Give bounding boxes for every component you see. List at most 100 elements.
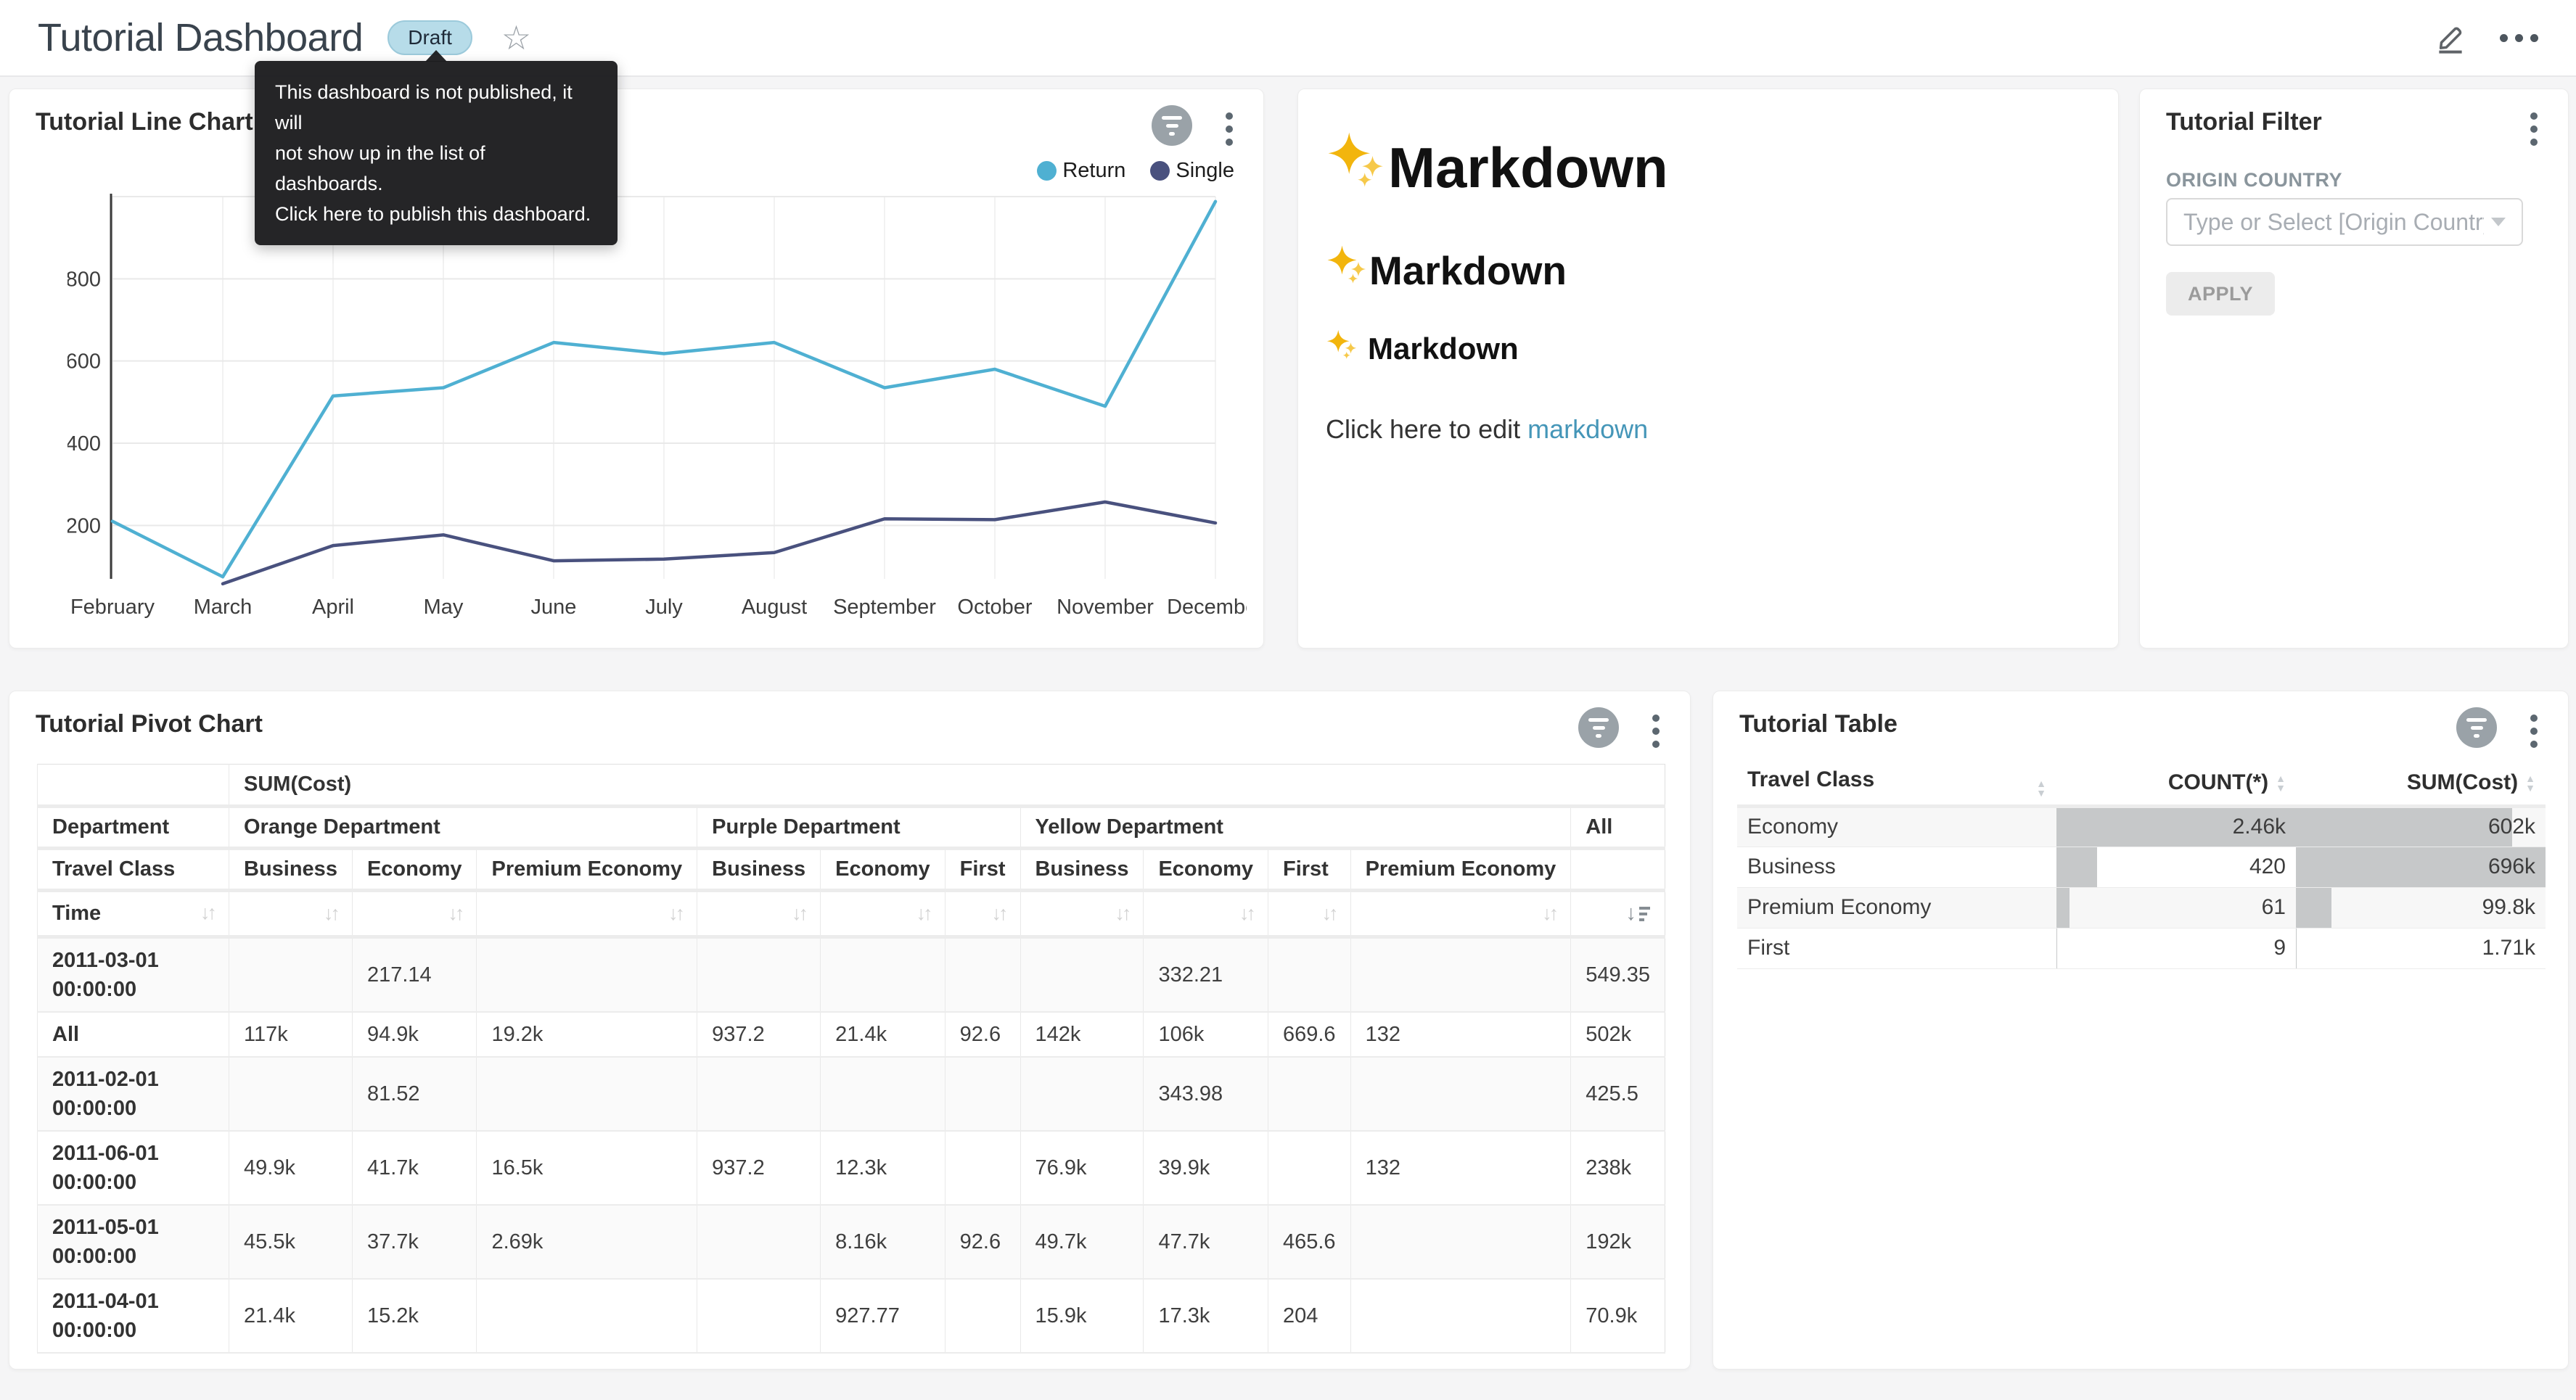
column-header-count-[interactable]: COUNT(*)▲▼ [2056, 761, 2296, 806]
pivot-sort-cell: ↓↑ [1144, 891, 1268, 937]
pivot-cell [477, 1279, 697, 1353]
sort-icon[interactable]: ↓↑ [1322, 902, 1336, 925]
sort-carets-icon[interactable]: ▲▼ [2036, 779, 2046, 798]
tooltip-line: This dashboard is not published, it will [275, 77, 597, 138]
pivot-cell: 332.21 [1144, 937, 1268, 1013]
filter-card: Tutorial Filter ORIGIN COUNTRY Type or S… [2139, 88, 2569, 648]
sort-icon[interactable]: ↓↑ [324, 902, 337, 925]
pivot-level2-label: Travel Class [38, 849, 229, 891]
markdown-h1: Markdown [1326, 130, 2089, 206]
line-chart[interactable]: FebruaryMarchAprilMayJuneJulyAugustSepte… [67, 189, 1247, 639]
pivot-cell: 92.6 [945, 1012, 1020, 1057]
pivot-cell: 70.9k [1571, 1279, 1665, 1353]
pivot-cell [697, 1057, 821, 1131]
x-axis-label: December [1167, 596, 1247, 619]
sort-carets-icon[interactable]: ▲▼ [2525, 774, 2535, 793]
y-axis-label: 600 [67, 350, 101, 374]
column-header-travel-class[interactable]: Travel Class▲▼ [1737, 761, 2056, 806]
sort-icon[interactable]: ↓↑ [1239, 902, 1253, 925]
pivot-table-wrap: SUM(Cost)DepartmentOrange DepartmentPurp… [37, 764, 1665, 1354]
pivot-cell: 669.6 [1268, 1012, 1350, 1057]
ellipsis-icon[interactable] [2500, 34, 2538, 42]
pivot-measure-header: SUM(Cost) [229, 765, 1665, 807]
line-series-single[interactable] [223, 502, 1215, 584]
sort-icon[interactable]: ↓↑ [200, 902, 214, 924]
pivot-cell [945, 1279, 1020, 1353]
tooltip-arrow [425, 50, 447, 62]
pivot-sort-cell: ↓↑ [697, 891, 821, 937]
star-icon[interactable]: ☆ [501, 21, 531, 54]
pivot-row-header: 2011-02-0100:00:00 [38, 1057, 229, 1131]
pivot-cell [1020, 937, 1144, 1013]
pivot-cell [945, 1131, 1020, 1205]
x-axis-label: June [531, 596, 577, 619]
pivot-sort-cell: ↓↑ [945, 891, 1020, 937]
pivot-cell: 132 [1350, 1131, 1571, 1205]
pivot-cell [697, 1279, 821, 1353]
sort-icon[interactable]: ↓↑ [1115, 902, 1128, 925]
sort-icon[interactable]: ↓↑ [916, 902, 930, 925]
pivot-cell: 49.9k [229, 1131, 353, 1205]
kebab-menu-icon[interactable] [1648, 715, 1664, 748]
legend-item-return[interactable]: Return [1037, 159, 1125, 183]
pivot-group-header: Purple Department [697, 807, 1020, 849]
edit-pencil-icon[interactable] [2427, 15, 2474, 61]
table-title: Tutorial Table [1739, 710, 1898, 738]
cell-sum: 1.71k [2296, 928, 2546, 968]
pivot-cell [821, 937, 946, 1013]
pivot-cell [1350, 1057, 1571, 1131]
sort-carets-icon[interactable]: ▲▼ [2276, 774, 2286, 793]
cell-travel-class: Premium Economy [1737, 887, 2056, 928]
filter-indicator-icon[interactable] [2456, 707, 2497, 748]
sort-icon[interactable]: ↓↑ [992, 902, 1006, 925]
pivot-chart-card: Tutorial Pivot Chart SUM(Cost)Department… [9, 691, 1691, 1370]
table-card: Tutorial Table Travel Class▲▼COUNT(*)▲▼S… [1712, 691, 2569, 1370]
markdown-link[interactable]: markdown [1527, 414, 1648, 444]
apply-button[interactable]: APPLY [2166, 272, 2275, 316]
filter-indicator-icon[interactable] [1152, 105, 1192, 146]
pivot-row: All117k94.9k19.2k937.221.4k92.6142k106k6… [38, 1012, 1665, 1057]
pivot-sort-cell: ↓↑ [229, 891, 353, 937]
pivot-cell: 17.3k [1144, 1279, 1268, 1353]
legend-dot-icon [1037, 161, 1057, 181]
pivot-row-header: 2011-03-0100:00:00 [38, 937, 229, 1013]
value-bar [2056, 928, 2057, 968]
pivot-cell: 106k [1144, 1012, 1268, 1057]
sparkles-icon [1326, 244, 1369, 297]
column-header-sum-cost-[interactable]: SUM(Cost)▲▼ [2296, 761, 2546, 806]
pivot-card-header: Tutorial Pivot Chart [36, 710, 1664, 748]
sort-descending-active-icon[interactable]: ↓ [1625, 902, 1650, 926]
pivot-cell [1350, 937, 1571, 1013]
origin-country-select[interactable]: Type or Select [Origin Country] [2166, 198, 2523, 246]
sort-icon[interactable]: ↓↑ [1542, 902, 1556, 925]
pivot-cell: 217.14 [352, 937, 477, 1013]
x-axis-label: February [70, 596, 155, 619]
line-chart-card-header: Tutorial Line Chart [36, 108, 1237, 146]
markdown-card[interactable]: Markdown Markdown Markdown Click here to… [1297, 88, 2119, 648]
kebab-menu-icon[interactable] [2526, 715, 2542, 748]
pivot-cell: 47.7k [1144, 1205, 1268, 1279]
publish-tooltip[interactable]: This dashboard is not published, it will… [255, 61, 618, 245]
pivot-leaf-header: Economy [821, 849, 946, 891]
table-row: First91.71k [1737, 928, 2546, 968]
value-bar [2296, 808, 2512, 847]
cell-count: 9 [2056, 928, 2296, 968]
pivot-cell: 16.5k [477, 1131, 697, 1205]
pivot-cell [1268, 937, 1350, 1013]
filter-indicator-icon[interactable] [1578, 707, 1619, 748]
tooltip-line: Click here to publish this dashboard. [275, 199, 597, 229]
pivot-cell: 21.4k [229, 1279, 353, 1353]
kebab-menu-icon[interactable] [2526, 112, 2542, 146]
dropdown-caret-icon [2491, 218, 2506, 226]
legend-item-single[interactable]: Single [1150, 159, 1234, 183]
kebab-menu-icon[interactable] [1221, 112, 1237, 146]
pivot-leaf-header: Business [229, 849, 353, 891]
sort-icon[interactable]: ↓↑ [448, 902, 462, 925]
pivot-cell [229, 937, 353, 1013]
pivot-row-header: 2011-05-0100:00:00 [38, 1205, 229, 1279]
value-bar [2056, 847, 2097, 887]
sort-icon[interactable]: ↓↑ [792, 902, 805, 925]
pivot-cell: 15.2k [352, 1279, 477, 1353]
sort-icon[interactable]: ↓↑ [668, 902, 682, 925]
cell-sum: 602k [2296, 806, 2546, 847]
